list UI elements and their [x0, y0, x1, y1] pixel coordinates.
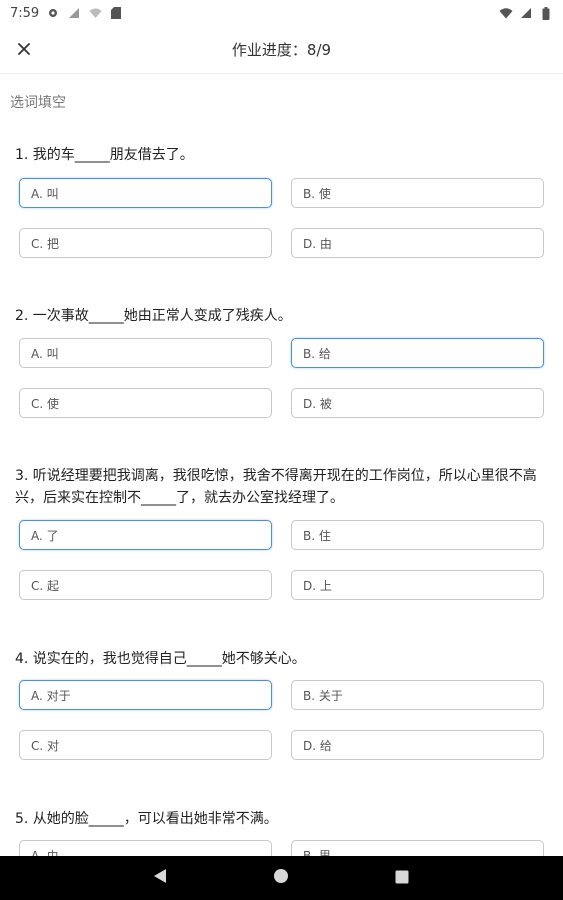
- option-a[interactable]: A. 叫: [19, 338, 272, 368]
- option-c[interactable]: C. 把: [19, 228, 272, 258]
- option-b[interactable]: B. 里: [291, 840, 544, 856]
- wifi-icon: [499, 6, 513, 20]
- question-text: 1. 我的车_____朋友借去了。: [15, 147, 194, 163]
- system-nav-bar: [0, 856, 563, 900]
- option-b[interactable]: B. 给: [291, 338, 544, 368]
- recents-button[interactable]: [392, 868, 412, 888]
- recents-icon: [395, 869, 409, 888]
- app-bar: 作业进度：8/9: [0, 26, 563, 74]
- page-title: 作业进度：8/9: [231, 41, 332, 59]
- status-time: 7:59: [10, 5, 40, 21]
- question-text: 4. 说实在的，我也觉得自己_____她不够关心。: [15, 651, 306, 667]
- option-a[interactable]: A. 由: [19, 840, 272, 856]
- question-text: 2. 一次事故_____她由正常人变成了残疾人。: [15, 308, 292, 324]
- back-button[interactable]: [150, 868, 170, 888]
- option-a[interactable]: A. 叫: [19, 178, 272, 208]
- option-a[interactable]: A. 了: [19, 520, 272, 550]
- option-d[interactable]: D. 给: [291, 730, 544, 760]
- cell-signal-icon: [519, 6, 533, 20]
- status-bar: 7:59: [0, 0, 563, 26]
- signal-off-icon: [67, 6, 81, 20]
- back-icon: [153, 868, 167, 888]
- option-c[interactable]: C. 起: [19, 570, 272, 600]
- wifi-off-icon: [88, 6, 102, 20]
- sd-card-icon: [109, 6, 123, 20]
- option-b[interactable]: B. 使: [291, 178, 544, 208]
- option-d[interactable]: D. 上: [291, 570, 544, 600]
- option-c[interactable]: C. 对: [19, 730, 272, 760]
- battery-icon: [539, 6, 553, 20]
- home-icon: [273, 868, 289, 888]
- option-b[interactable]: B. 关于: [291, 680, 544, 710]
- section-title: 选词填空: [10, 95, 66, 111]
- quiz-content[interactable]: 选词填空 1. 我的车_____朋友借去了。 A. 叫 B. 使 C. 把 D.…: [0, 74, 563, 856]
- question-text: 3. 听说经理要把我调离，我很吃惊，我舍不得离开现在的工作岗位，所以心里很不高兴…: [15, 468, 537, 506]
- home-button[interactable]: [271, 868, 291, 888]
- option-d[interactable]: D. 被: [291, 388, 544, 418]
- option-c[interactable]: C. 使: [19, 388, 272, 418]
- close-button[interactable]: [12, 38, 36, 62]
- option-a[interactable]: A. 对于: [19, 680, 272, 710]
- option-b[interactable]: B. 住: [291, 520, 544, 550]
- gear-icon: [46, 6, 60, 20]
- question-text: 5. 从她的脸_____，可以看出她非常不满。: [15, 811, 278, 827]
- close-icon: [17, 41, 31, 60]
- option-d[interactable]: D. 由: [291, 228, 544, 258]
